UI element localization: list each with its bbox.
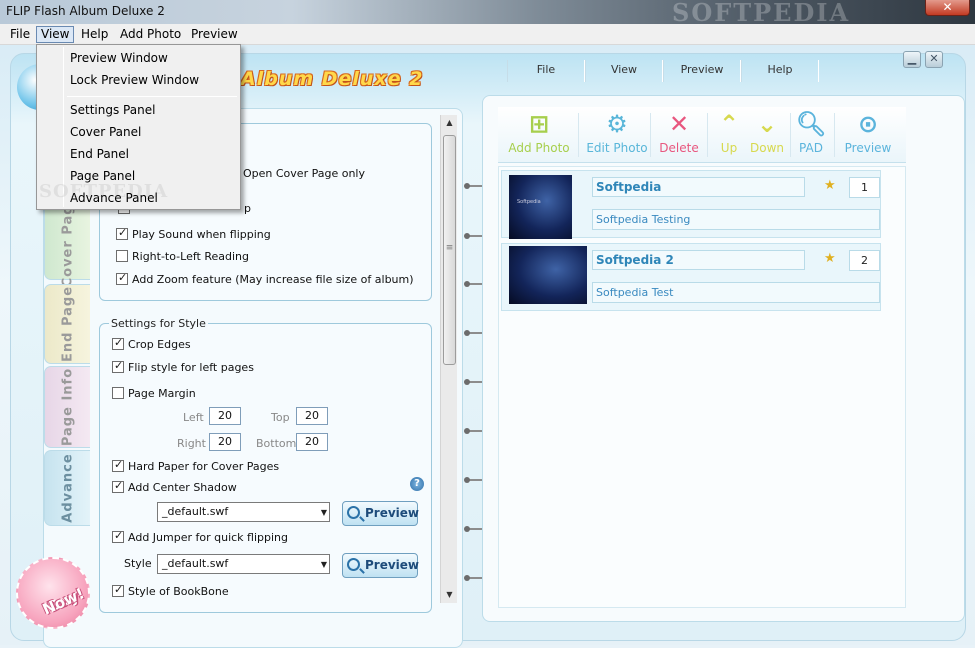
scroll-thumb[interactable]: ≡ xyxy=(443,135,456,365)
margin-right-input[interactable]: 20 xyxy=(209,433,241,451)
open-cover-only-label: Open Cover Page only xyxy=(243,167,365,180)
toolbar-divider xyxy=(650,113,651,157)
view-menu-dropdown: Preview Window Lock Preview Window Setti… xyxy=(36,44,241,210)
softpedia-watermark: SOFTPEDIA xyxy=(672,0,851,27)
margin-top-input[interactable]: 20 xyxy=(296,407,328,425)
album-preview-button[interactable]: ⊙ Preview xyxy=(838,107,898,163)
album-toolbar: ⊞ Add Photo ⚙ Edit Photo ✕ Delete ⌃ Up ⌄… xyxy=(498,107,906,163)
pad-button[interactable]: 🔍︎ PAD xyxy=(792,107,830,163)
app-logo-text: Album Deluxe 2 xyxy=(241,68,424,90)
album-row[interactable]: Softpedia 2 ★ 2 Softpedia Test xyxy=(501,243,881,311)
page-star-icon[interactable]: ★ xyxy=(824,251,842,267)
menu-preview[interactable]: Preview xyxy=(187,26,242,43)
margin-bottom-label: Bottom xyxy=(256,437,297,450)
album-page-number[interactable]: 1 xyxy=(849,177,880,198)
margin-left-label: Left xyxy=(183,411,204,424)
app-minimize-button[interactable]: ▁ xyxy=(903,51,921,68)
toolbar-divider xyxy=(578,113,579,157)
title-bar: FLIP Flash Album Deluxe 2 SOFTPEDIA ✕ xyxy=(0,0,975,27)
play-sound-checkbox[interactable]: Play Sound when flipping xyxy=(116,226,271,242)
tab-page-info[interactable]: Page Info xyxy=(44,366,90,448)
menu-item-cover-panel[interactable]: Cover Panel xyxy=(70,125,141,139)
chevron-down-icon: ▼ xyxy=(320,560,327,569)
menu-item-settings-panel[interactable]: Settings Panel xyxy=(70,103,155,117)
scroll-up-icon[interactable]: ▲ xyxy=(441,115,458,131)
margin-top-label: Top xyxy=(271,411,290,424)
up-button[interactable]: ⌃ Up xyxy=(711,107,747,163)
menu-add-photo[interactable]: Add Photo xyxy=(116,26,185,43)
crop-edges-checkbox[interactable]: Crop Edges xyxy=(112,336,191,352)
album-title-field[interactable]: Softpedia 2 xyxy=(592,250,805,270)
delete-button[interactable]: ✕ Delete xyxy=(654,107,704,163)
margin-left-input[interactable]: 20 xyxy=(209,407,241,425)
buy-now-badge[interactable]: Buy Now! xyxy=(16,557,90,629)
edit-photo-button[interactable]: ⚙ Edit Photo xyxy=(582,107,652,163)
rtl-reading-checkbox[interactable]: Right-to-Left Reading xyxy=(116,250,249,264)
margin-right-label: Right xyxy=(177,437,206,450)
top-nav-help[interactable]: Help xyxy=(741,60,819,82)
album-description-field[interactable]: Softpedia Test xyxy=(592,282,880,303)
album-thumbnail[interactable]: Softpedia xyxy=(509,175,572,239)
menu-bar: File View Help Add Photo Preview xyxy=(0,24,975,45)
jumper-style-label: Style xyxy=(124,557,152,570)
style-group-title: Settings for Style xyxy=(109,317,208,330)
magnifier-icon xyxy=(347,558,360,571)
album-thumbnail[interactable] xyxy=(509,246,587,304)
top-nav-view[interactable]: View xyxy=(585,60,663,82)
magnifier-icon xyxy=(347,506,360,519)
album-page-number[interactable]: 2 xyxy=(849,250,880,271)
menu-view[interactable]: View xyxy=(36,26,75,43)
album-title-field[interactable]: Softpedia xyxy=(592,177,805,197)
window-close-button[interactable]: ✕ xyxy=(925,0,970,16)
menu-file[interactable]: File xyxy=(6,26,34,43)
tab-end-page[interactable]: End Page xyxy=(44,284,90,364)
top-nav-file[interactable]: File xyxy=(507,60,585,82)
menu-item-end-panel[interactable]: End Panel xyxy=(70,147,129,161)
jumper-preview-button[interactable]: Preview xyxy=(342,553,419,578)
jumper-style-select[interactable]: _default.swf ▼ xyxy=(157,554,330,574)
tab-cover-page[interactable]: Cover Page xyxy=(44,195,90,287)
menu-item-lock-preview-window[interactable]: Lock Preview Window xyxy=(70,73,199,87)
add-photo-icon: ⊞ xyxy=(528,110,550,138)
hard-paper-checkbox[interactable]: Hard Paper for Cover Pages xyxy=(112,458,279,474)
chevron-down-icon: ⌄ xyxy=(756,110,778,138)
album-row[interactable]: Softpedia Softpedia ★ 1 Softpedia Testin… xyxy=(501,170,881,239)
settings-scrollbar[interactable]: ▲ ≡ ▼ xyxy=(440,115,457,603)
menu-separator xyxy=(67,96,237,97)
down-button[interactable]: ⌄ Down xyxy=(747,107,787,163)
toolbar-divider xyxy=(834,113,835,157)
bookbone-checkbox[interactable]: Style of BookBone xyxy=(112,583,229,599)
preview-icon: ⊙ xyxy=(857,110,879,138)
delete-x-icon: ✕ xyxy=(668,110,690,138)
zoom-feature-checkbox[interactable]: Add Zoom feature (May increase file size… xyxy=(116,271,414,287)
menu-help[interactable]: Help xyxy=(77,26,112,43)
pad-magnifier-icon: 🔍︎ xyxy=(795,110,827,138)
help-icon[interactable]: ? xyxy=(410,477,424,491)
menu-item-advance-panel[interactable]: Advance Panel xyxy=(70,191,158,205)
margin-bottom-input[interactable]: 20 xyxy=(296,433,328,451)
top-nav-preview[interactable]: Preview xyxy=(663,60,741,82)
gear-icon: ⚙ xyxy=(606,110,628,138)
page-margin-checkbox[interactable]: Page Margin xyxy=(112,387,196,401)
center-shadow-checkbox[interactable]: Add Center Shadow xyxy=(112,479,237,495)
page-star-icon[interactable]: ★ xyxy=(824,178,842,194)
app-close-button[interactable]: ✕ xyxy=(925,51,943,68)
toolbar-divider xyxy=(707,113,708,157)
menu-item-preview-window[interactable]: Preview Window xyxy=(70,51,168,65)
chevron-up-icon: ⌃ xyxy=(718,110,740,138)
scroll-down-icon[interactable]: ▼ xyxy=(441,587,458,603)
window-title: FLIP Flash Album Deluxe 2 xyxy=(6,4,165,18)
album-description-field[interactable]: Softpedia Testing xyxy=(592,209,880,230)
add-photo-button[interactable]: ⊞ Add Photo xyxy=(504,107,574,163)
center-shadow-select[interactable]: _default.swf ▼ xyxy=(157,502,330,522)
chevron-down-icon: ▼ xyxy=(320,508,327,517)
tab-advance[interactable]: Advance xyxy=(44,450,90,526)
jumper-checkbox[interactable]: Add Jumper for quick flipping xyxy=(112,529,288,545)
center-shadow-preview-button[interactable]: Preview xyxy=(342,501,419,526)
flip-left-checkbox[interactable]: Flip style for left pages xyxy=(112,359,254,375)
toolbar-divider xyxy=(790,113,791,157)
